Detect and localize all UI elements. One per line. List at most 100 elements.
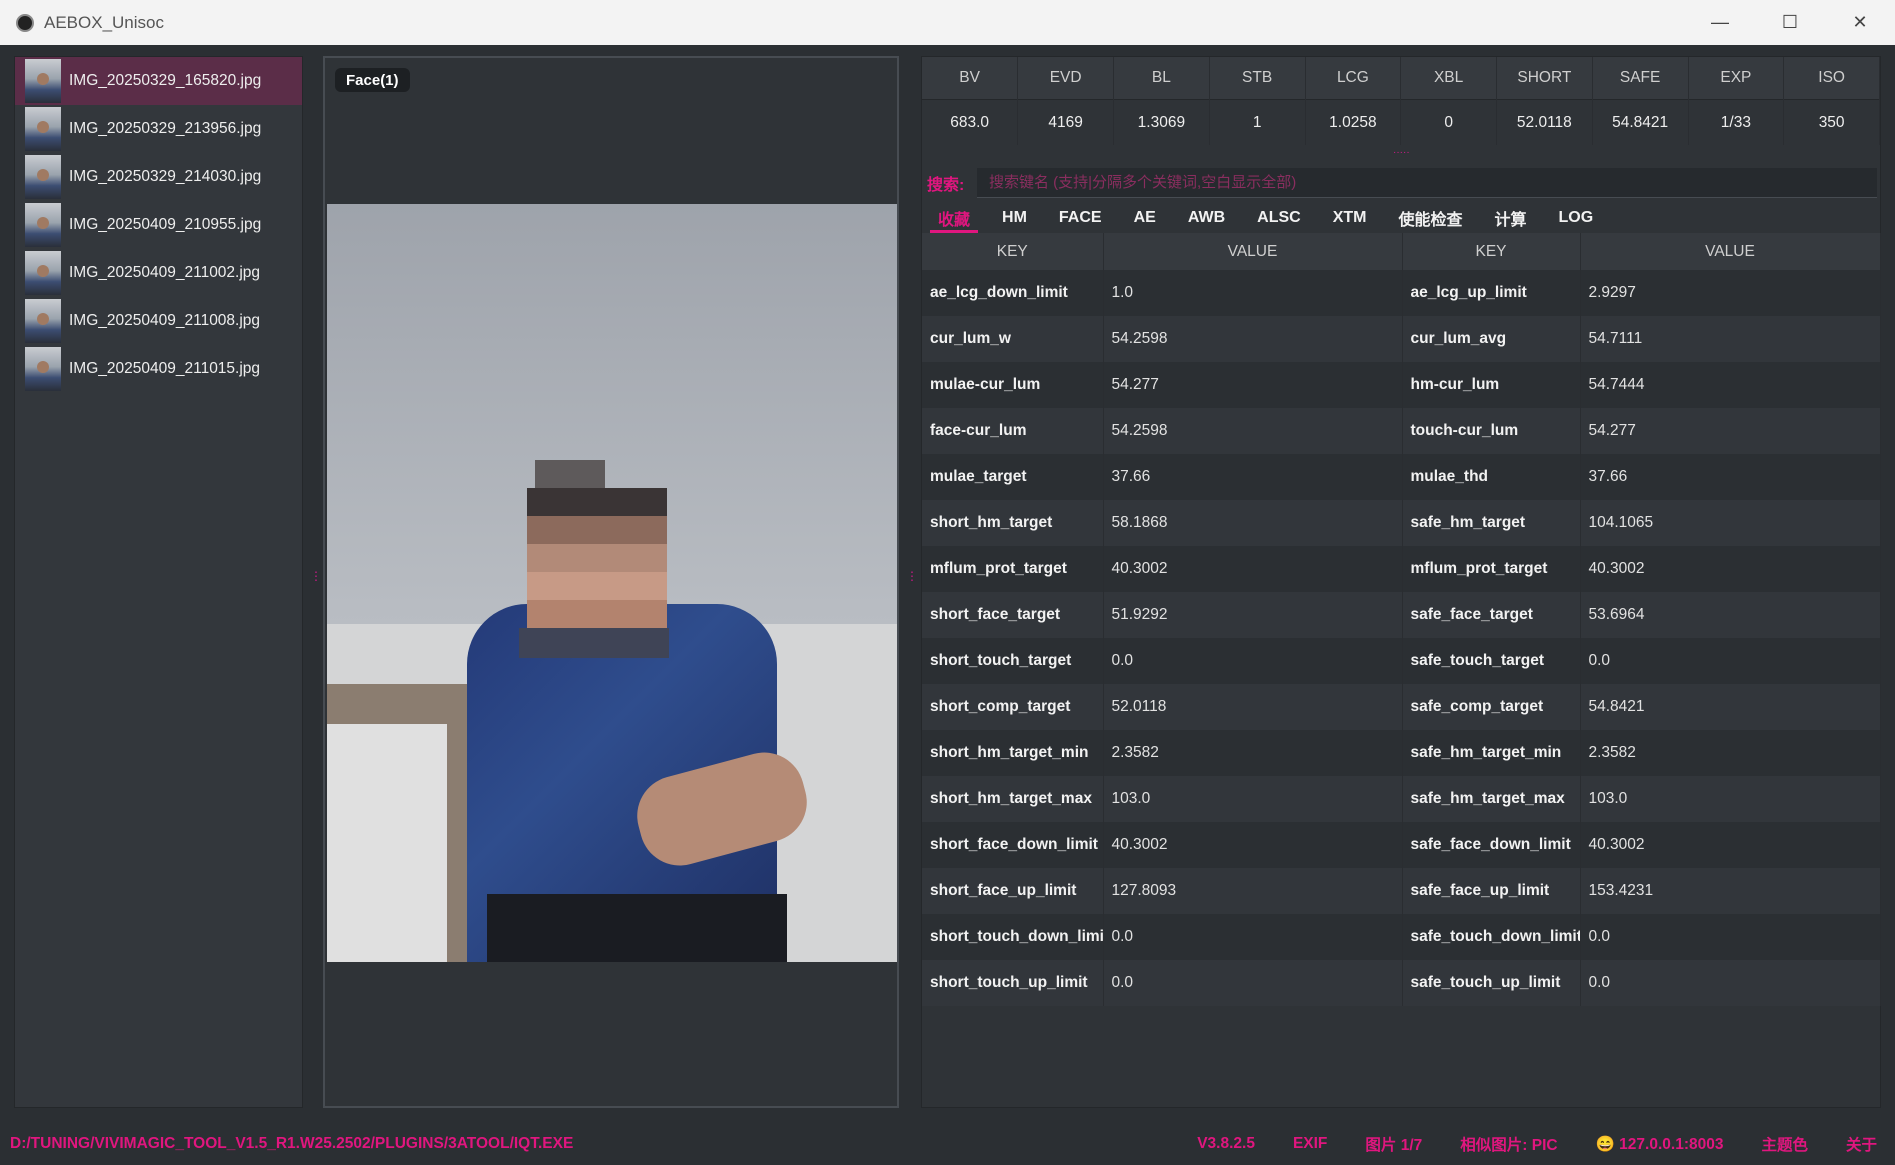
category-tabs: 收藏 HM FACE AE AWB ALSC XTM 使能检查 计算 LOG (922, 203, 1880, 233)
param-value: 2.3582 (1580, 730, 1881, 776)
param-value: 104.1065 (1580, 500, 1881, 546)
server-address[interactable]: 😄 127.0.0.1:8003 (1596, 1135, 1724, 1154)
tab-awb[interactable]: AWB (1172, 203, 1241, 233)
table-row[interactable]: short_face_up_limit 127.8093 safe_face_up_… (922, 868, 1881, 914)
table-row[interactable]: short_comp_target 52.0118 safe_comp_target… (922, 684, 1881, 730)
table-row[interactable]: short_hm_target_max 103.0 safe_hm_target_m… (922, 776, 1881, 822)
param-value: 54.7111 (1580, 316, 1881, 362)
title-bar: AEBOX_Unisoc — ☐ ✕ (0, 0, 1895, 45)
stats-value: 1 (1209, 99, 1306, 145)
table-row[interactable]: short_hm_target 58.1868 safe_hm_target 104.… (922, 500, 1881, 546)
table-row[interactable]: short_hm_target_min 2.3582 safe_hm_target_… (922, 730, 1881, 776)
exposure-stats-table: BV EVD BL STB LCG XBL SHORT SAFE EXP ISO… (922, 57, 1880, 145)
tab-ae[interactable]: AE (1118, 203, 1172, 233)
stats-value: 1.0258 (1305, 99, 1402, 145)
splitter-handle-left[interactable]: ⋮ (310, 570, 322, 582)
param-key: hm-cur_lum (1402, 362, 1581, 408)
image-preview-panel: Face(1) (323, 56, 899, 1108)
column-header-key: KEY (922, 233, 1104, 270)
param-key: mflum_prot_target (1402, 546, 1581, 592)
search-bar: 搜索: (922, 167, 1880, 199)
tab-log[interactable]: LOG (1543, 203, 1610, 233)
param-value: 103.0 (1580, 776, 1881, 822)
stats-header: BV (922, 57, 1019, 100)
column-header-value: VALUE (1580, 233, 1881, 270)
search-input[interactable] (977, 168, 1877, 198)
param-value: 40.3002 (1580, 546, 1881, 592)
splitter-handle-right[interactable]: ⋮ (906, 570, 918, 582)
tab-calculate[interactable]: 计算 (1479, 203, 1543, 233)
table-row[interactable]: ae_lcg_down_limit 1.0 ae_lcg_up_limit 2.929… (922, 270, 1881, 316)
table-row[interactable]: short_touch_target 0.0 safe_touch_target 0.… (922, 638, 1881, 684)
stats-value: 4169 (1017, 99, 1114, 145)
param-value: 127.8093 (1103, 868, 1403, 914)
param-value: 37.66 (1103, 454, 1403, 500)
table-row[interactable]: mflum_prot_target 40.3002 mflum_prot_targe… (922, 546, 1881, 592)
file-list-item[interactable]: IMG_20250329_214030.jpg (15, 153, 302, 201)
data-panel: BV EVD BL STB LCG XBL SHORT SAFE EXP ISO… (921, 56, 1881, 1108)
file-list-item[interactable]: IMG_20250329_213956.jpg (15, 105, 302, 153)
param-value: 40.3002 (1103, 822, 1403, 868)
param-value: 0.0 (1580, 960, 1881, 1006)
param-key: touch-cur_lum (1402, 408, 1581, 454)
param-value: 0.0 (1580, 914, 1881, 960)
picture-counter: 图片 1/7 (1365, 1137, 1423, 1154)
similar-pictures-button[interactable]: 相似图片: PIC (1460, 1133, 1557, 1155)
minimize-button[interactable]: — (1685, 0, 1755, 45)
file-list-item[interactable]: IMG_20250409_211015.jpg (15, 345, 302, 393)
tab-hm[interactable]: HM (986, 203, 1043, 233)
param-value: 103.0 (1103, 776, 1403, 822)
theme-color-button[interactable]: 主题色 (1761, 1133, 1808, 1155)
stats-header: BL (1113, 57, 1210, 100)
table-row[interactable]: short_touch_up_limit 0.0 safe_touch_up_lim… (922, 960, 1881, 1006)
stats-value: 683.0 (922, 99, 1019, 145)
param-key: safe_comp_target (1402, 684, 1581, 730)
exif-button[interactable]: EXIF (1293, 1135, 1327, 1153)
table-row[interactable]: mulae_target 37.66 mulae_thd 37.66 (922, 454, 1881, 500)
param-key: face-cur_lum (922, 408, 1104, 454)
param-key: short_hm_target (922, 500, 1104, 546)
stats-value: 54.8421 (1592, 99, 1689, 145)
param-key: safe_hm_target_min (1402, 730, 1581, 776)
search-label: 搜索: (927, 177, 965, 194)
tab-favorites[interactable]: 收藏 (922, 203, 986, 233)
param-key: mflum_prot_target (922, 546, 1104, 592)
image-thumbnail (25, 347, 61, 391)
table-row[interactable]: short_face_down_limit 40.3002 safe_face_do… (922, 822, 1881, 868)
file-name: IMG_20250329_165820.jpg (69, 72, 262, 89)
maximize-button[interactable]: ☐ (1755, 0, 1825, 45)
about-button[interactable]: 关于 (1846, 1133, 1877, 1155)
stats-header: EXP (1688, 57, 1785, 100)
param-value: 54.7444 (1580, 362, 1881, 408)
param-key: short_comp_target (922, 684, 1104, 730)
executable-path: D:/TUNING/VIVIMAGIC_TOOL_V1.5_R1.W25.250… (10, 1135, 574, 1152)
close-button[interactable]: ✕ (1825, 0, 1895, 45)
tab-enable-check[interactable]: 使能检查 (1382, 203, 1478, 233)
param-value: 54.2598 (1103, 316, 1403, 362)
window-controls: — ☐ ✕ (1685, 0, 1895, 45)
stats-header: ISO (1783, 57, 1880, 100)
table-row[interactable]: short_touch_down_limit 0.0 safe_touch_down… (922, 914, 1881, 960)
splitter-handle-horizontal[interactable]: ····· (1393, 148, 1410, 158)
table-row[interactable]: short_face_target 51.9292 safe_face_target… (922, 592, 1881, 638)
file-list-item[interactable]: IMG_20250329_165820.jpg (15, 57, 302, 105)
table-row[interactable]: mulae-cur_lum 54.277 hm-cur_lum 54.7444 (922, 362, 1881, 408)
column-header-key: KEY (1402, 233, 1581, 270)
file-name: IMG_20250409_211002.jpg (69, 264, 261, 281)
tab-alsc[interactable]: ALSC (1241, 203, 1317, 233)
file-list-item[interactable]: IMG_20250409_211008.jpg (15, 297, 302, 345)
file-list-item[interactable]: IMG_20250409_210955.jpg (15, 201, 302, 249)
tab-xtm[interactable]: XTM (1317, 203, 1383, 233)
param-value: 2.3582 (1103, 730, 1403, 776)
file-list-item[interactable]: IMG_20250409_211002.jpg (15, 249, 302, 297)
param-value: 54.8421 (1580, 684, 1881, 730)
image-thumbnail (25, 59, 61, 103)
table-row[interactable]: cur_lum_w 54.2598 cur_lum_avg 54.7111 (922, 316, 1881, 362)
app-icon (16, 13, 34, 32)
param-key: short_face_up_limit (922, 868, 1104, 914)
stats-header: LCG (1305, 57, 1402, 100)
window-title: AEBOX_Unisoc (44, 12, 164, 32)
stats-header: EVD (1017, 57, 1114, 100)
tab-face[interactable]: FACE (1043, 203, 1118, 233)
table-row[interactable]: face-cur_lum 54.2598 touch-cur_lum 54.277 (922, 408, 1881, 454)
